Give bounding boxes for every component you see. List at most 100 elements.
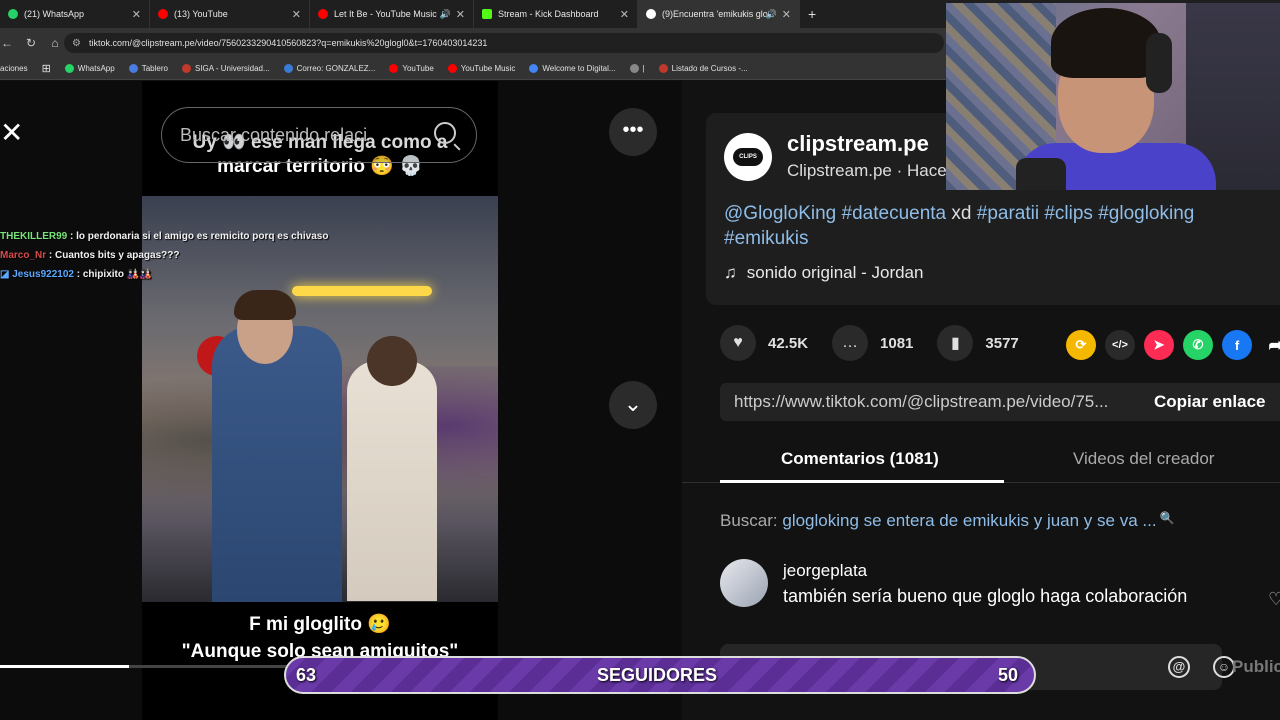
youtube-icon xyxy=(158,9,168,19)
comment-username[interactable]: jeorgeplata xyxy=(783,561,867,581)
whatsapp-icon xyxy=(64,64,74,73)
bookmark-digital[interactable]: Welcome to Digital... xyxy=(529,64,616,73)
browser-tab-whatsapp[interactable]: (21) WhatsApp ✕ xyxy=(0,0,150,28)
caption-line: F mi gloglito 🥲 xyxy=(249,614,391,635)
globe-icon xyxy=(629,64,639,73)
search-icon[interactable] xyxy=(434,122,456,144)
browser-tab-tiktok[interactable]: (9)Encuentra 'emikukis glo 🔊 ✕ xyxy=(638,0,800,28)
hashtag-link[interactable]: @GlogloKing xyxy=(724,203,836,224)
share-arrow-icon[interactable]: ➦ xyxy=(1261,330,1280,360)
browser-tab-kick[interactable]: Stream - Kick Dashboard ✕ xyxy=(474,0,638,28)
bookmark-label: WhatsApp xyxy=(77,64,115,73)
tab-label: (13) YouTube xyxy=(174,9,228,19)
browser-tab-youtube-music[interactable]: Let It Be - YouTube Music 🔊 ✕ xyxy=(310,0,474,28)
whatsapp-icon[interactable]: ✆ xyxy=(1183,330,1213,360)
new-tab-button[interactable]: + xyxy=(808,6,816,22)
avatar[interactable]: CLIPS xyxy=(724,133,772,181)
sound-link[interactable]: ♫ sonido original - Jordan xyxy=(724,263,923,283)
bookmark-aplicaciones[interactable]: aciones xyxy=(0,64,28,73)
search-query: glogloking se entera de emikukis y juan … xyxy=(782,511,1157,530)
bookmark-label: Listado de Cursos -... xyxy=(671,64,748,73)
music-note-icon: ♫ xyxy=(724,263,737,282)
tab-label: (9)Encuentra 'emikukis glo xyxy=(662,9,768,19)
heart-icon[interactable]: ♡ xyxy=(1268,589,1280,610)
creator-handle[interactable]: clipstream.pe xyxy=(787,131,929,157)
creator-subtitle: Clipstream.pe · Hace xyxy=(787,161,947,180)
close-icon[interactable]: ✕ xyxy=(292,8,301,21)
bookmark-youtube-music[interactable]: YouTube Music xyxy=(447,64,515,73)
site-info-icon[interactable]: ⚙ xyxy=(72,38,81,49)
bookmark-icon[interactable]: ▮ xyxy=(937,325,974,361)
post-description: @GlogloKing #datecuenta xd #paratii #cli… xyxy=(724,201,1264,251)
hashtag-link[interactable]: #clips xyxy=(1044,203,1093,224)
mention-icon[interactable]: @ xyxy=(1168,656,1190,678)
send-icon[interactable]: ➤ xyxy=(1144,330,1174,360)
related-search-input[interactable]: Buscar contenido relaci xyxy=(161,107,477,163)
speaker-icon[interactable]: 🔊 xyxy=(766,9,777,20)
browser-tab-youtube[interactable]: (13) YouTube ✕ xyxy=(150,0,310,28)
comment-icon[interactable]: … xyxy=(832,325,869,361)
video-player[interactable]: Uy 👀 ese man llega como a marcar territo… xyxy=(142,81,498,720)
repost-icon[interactable]: ⟳ xyxy=(1066,330,1096,360)
tab-creator-videos[interactable]: Videos del creador xyxy=(1073,449,1214,469)
chat-text: : lo perdonaria si el amigo es remicito … xyxy=(67,231,329,242)
chat-username: Jesus922102 xyxy=(12,269,74,280)
tablero-icon xyxy=(128,64,138,73)
heart-icon[interactable]: ♥ xyxy=(720,325,756,361)
copy-link-button[interactable]: Copiar enlace xyxy=(1154,392,1266,412)
close-icon[interactable]: ✕ xyxy=(456,8,465,21)
bookmark-label: | xyxy=(642,64,645,73)
close-icon[interactable]: ✕ xyxy=(0,119,23,147)
person-head-shape xyxy=(367,336,417,386)
bookmark-correo[interactable]: Correo: GONZALEZ... xyxy=(283,64,376,73)
youtube-music-icon xyxy=(447,64,457,73)
clipstream-logo: CLIPS xyxy=(733,148,763,166)
search-icon: 🔍 xyxy=(1156,511,1175,525)
hair-shape xyxy=(1051,8,1161,78)
tab-comments[interactable]: Comentarios (1081) xyxy=(781,449,939,469)
hashtag-link[interactable]: #emikukis xyxy=(724,228,808,249)
bookmark-label: Welcome to Digital... xyxy=(542,64,616,73)
close-icon[interactable]: ✕ xyxy=(782,8,791,21)
address-bar[interactable]: ⚙ tiktok.com/@clipstream.pe/video/756023… xyxy=(64,33,944,53)
bookmark-label: Correo: GONZALEZ... xyxy=(296,64,376,73)
bookmark-listado-cursos[interactable]: Listado de Cursos -... xyxy=(658,64,748,73)
hashtag-link[interactable]: #paratii xyxy=(977,203,1039,224)
more-options-button[interactable]: ••• xyxy=(609,108,657,156)
hashtag-link[interactable]: #glogloking xyxy=(1098,203,1194,224)
like-count: 42.5K xyxy=(768,334,809,352)
close-icon[interactable]: ✕ xyxy=(620,8,629,21)
save-count: 3577 xyxy=(985,334,1019,352)
screen: (21) WhatsApp ✕ (13) YouTube ✕ Let It Be… xyxy=(0,0,1280,720)
hashtag-link[interactable]: #datecuenta xyxy=(842,203,947,224)
comment-search-suggestion[interactable]: Buscar: glogloking se entera de emikukis… xyxy=(720,511,1175,531)
apps-grid-icon[interactable]: ⊞ xyxy=(42,62,51,75)
badge-icon: ◪ xyxy=(0,269,13,280)
close-icon[interactable]: ✕ xyxy=(132,8,141,21)
publish-button[interactable]: Publicar xyxy=(1232,657,1280,677)
facebook-icon[interactable]: f xyxy=(1222,330,1252,360)
reload-icon[interactable]: ↻ xyxy=(24,36,38,50)
bookmark-youtube[interactable]: YouTube xyxy=(389,64,434,73)
home-icon[interactable]: ⌂ xyxy=(48,36,62,50)
back-icon[interactable]: ← xyxy=(0,36,14,50)
video-progress-fill xyxy=(0,665,129,668)
speaker-icon[interactable]: 🔊 xyxy=(440,9,451,20)
google-icon xyxy=(529,64,539,73)
next-video-button[interactable]: ⌄ xyxy=(609,381,657,429)
avatar[interactable] xyxy=(720,559,768,607)
embed-icon[interactable]: </> xyxy=(1105,330,1135,360)
search-placeholder: Buscar contenido relaci xyxy=(180,124,368,145)
bookmark-siga[interactable]: SIGA - Universidad... xyxy=(181,64,270,73)
stream-chat-overlay: THEKILLER99 : lo perdonaria si el amigo … xyxy=(0,227,360,284)
followers-goal: 50 xyxy=(997,664,1018,685)
chat-username: Marco_Nr xyxy=(0,250,47,261)
followers-label: SEGUIDORES xyxy=(596,664,718,685)
cursos-icon xyxy=(658,64,668,73)
url-text: tiktok.com/@clipstream.pe/video/75602332… xyxy=(88,38,488,48)
bookmark-whatsapp[interactable]: WhatsApp xyxy=(64,64,115,73)
bookmark-tablero[interactable]: Tablero xyxy=(128,64,168,73)
bookmark-label: aciones xyxy=(0,64,28,73)
video-progress-bar[interactable] xyxy=(0,665,300,668)
bookmark-separator[interactable]: | xyxy=(629,64,645,73)
